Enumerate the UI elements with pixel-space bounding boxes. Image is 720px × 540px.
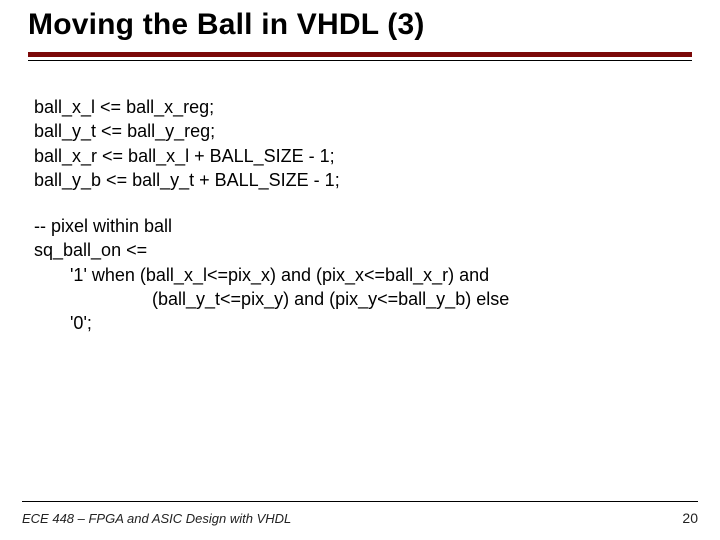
code-line: ball_x_r <= ball_x_l + BALL_SIZE - 1; [34, 144, 692, 168]
slide-title: Moving the Ball in VHDL (3) [28, 8, 692, 42]
title-rule-thin [28, 60, 692, 61]
code-line: ball_x_l <= ball_x_reg; [34, 95, 692, 119]
code-line: '0'; [34, 311, 692, 335]
code-line: ball_y_b <= ball_y_t + BALL_SIZE - 1; [34, 168, 692, 192]
code-block-2: -- pixel within ball sq_ball_on <= '1' w… [28, 214, 692, 335]
code-line: ball_y_t <= ball_y_reg; [34, 119, 692, 143]
code-line: sq_ball_on <= [34, 238, 692, 262]
code-block-1: ball_x_l <= ball_x_reg; ball_y_t <= ball… [28, 95, 692, 192]
code-line: '1' when (ball_x_l<=pix_x) and (pix_x<=b… [34, 263, 692, 287]
title-rule-thick [28, 52, 692, 57]
footer-rule [22, 501, 698, 502]
footer-page-number: 20 [682, 510, 698, 526]
slide: Moving the Ball in VHDL (3) ball_x_l <= … [0, 0, 720, 540]
code-line: (ball_y_t<=pix_y) and (pix_y<=ball_y_b) … [34, 287, 692, 311]
footer-course: ECE 448 – FPGA and ASIC Design with VHDL [22, 511, 291, 526]
code-line: -- pixel within ball [34, 214, 692, 238]
slide-content: ball_x_l <= ball_x_reg; ball_y_t <= ball… [28, 95, 692, 336]
